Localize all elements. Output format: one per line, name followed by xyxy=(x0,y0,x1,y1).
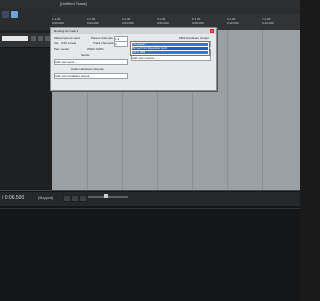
undo-icon[interactable] xyxy=(2,11,9,18)
vol-value: 0.00 xyxy=(61,41,67,45)
title-bar: [Untitled Track] xyxy=(0,0,300,8)
routing-titlebar: Routing for track 1 × xyxy=(51,28,216,34)
ruler-tick: 4.1.00 0:06.000 xyxy=(157,17,169,25)
track-control-panel xyxy=(0,30,52,190)
midi-hw-header: MIDI Hardware Output xyxy=(179,36,210,40)
midi-output-option[interactable]: Microsoft GS Wavetable Synth xyxy=(132,47,208,50)
width-value: 100% xyxy=(96,47,104,51)
ruler-tick: 5.1.00 0:08.000 xyxy=(192,17,204,25)
ruler-tick: 6.1.00 0:10.000 xyxy=(227,17,239,25)
width-label: Width: xyxy=(87,47,96,51)
vol-label: Vol: xyxy=(54,41,60,45)
linear-label: Linear xyxy=(68,41,77,45)
track-name-field[interactable] xyxy=(2,36,28,41)
grid-line xyxy=(227,30,228,190)
midi-output-dropdown[interactable]: <no output> Microsoft GS Wavetable Synth… xyxy=(130,41,210,56)
sends-label: Sends xyxy=(81,53,90,57)
ruler-tick: 7.1.00 0:12.000 xyxy=(262,17,274,25)
transport-bar: / 0:06.500 [Stopped] xyxy=(0,192,300,206)
pan-value: center xyxy=(61,47,70,51)
pan-label: Pan: xyxy=(54,47,61,51)
stop-button[interactable] xyxy=(79,195,87,202)
routing-title: Routing for track 1 xyxy=(54,29,79,33)
mixer-area xyxy=(0,190,300,301)
play-state: [Stopped] xyxy=(38,196,53,200)
close-icon[interactable]: × xyxy=(210,29,214,33)
midi-output-option[interactable]: <no output> xyxy=(132,43,208,46)
solo-button[interactable] xyxy=(38,36,43,41)
add-hw-output-field[interactable]: Add new hardware output... xyxy=(54,73,128,79)
track-channels-label: Track channels: xyxy=(93,41,115,45)
midi-output-option[interactable]: Out to MIDI xyxy=(132,51,208,54)
parent-channels-label: Parent channels: xyxy=(91,36,114,40)
time-display: / 0:06.500 xyxy=(2,195,25,201)
grid-line xyxy=(262,30,263,190)
master-send-label: Master/parent send xyxy=(54,36,80,40)
master-volume-knob[interactable] xyxy=(104,194,108,198)
window-title: [Untitled Track] xyxy=(60,1,87,6)
ruler-tick: 1.1.00 0:00.000 xyxy=(52,17,64,25)
routing-window: Routing for track 1 × Master/parent send… xyxy=(50,27,217,91)
record-button[interactable] xyxy=(63,195,71,202)
ruler-tick: 3.1.00 0:04.000 xyxy=(122,17,134,25)
add-send-field[interactable]: Add new send... xyxy=(54,59,128,65)
track-header[interactable] xyxy=(0,33,52,48)
track-channels-field[interactable]: 2 xyxy=(114,41,128,47)
mute-button[interactable] xyxy=(31,36,36,41)
ruler-tick: 2.1.00 0:02.000 xyxy=(87,17,99,25)
redo-icon[interactable] xyxy=(11,11,18,18)
audio-hw-header: Audio Hardware Outputs xyxy=(71,67,104,71)
divider xyxy=(0,208,300,209)
play-button[interactable] xyxy=(71,195,79,202)
master-volume-slider[interactable] xyxy=(88,196,128,198)
